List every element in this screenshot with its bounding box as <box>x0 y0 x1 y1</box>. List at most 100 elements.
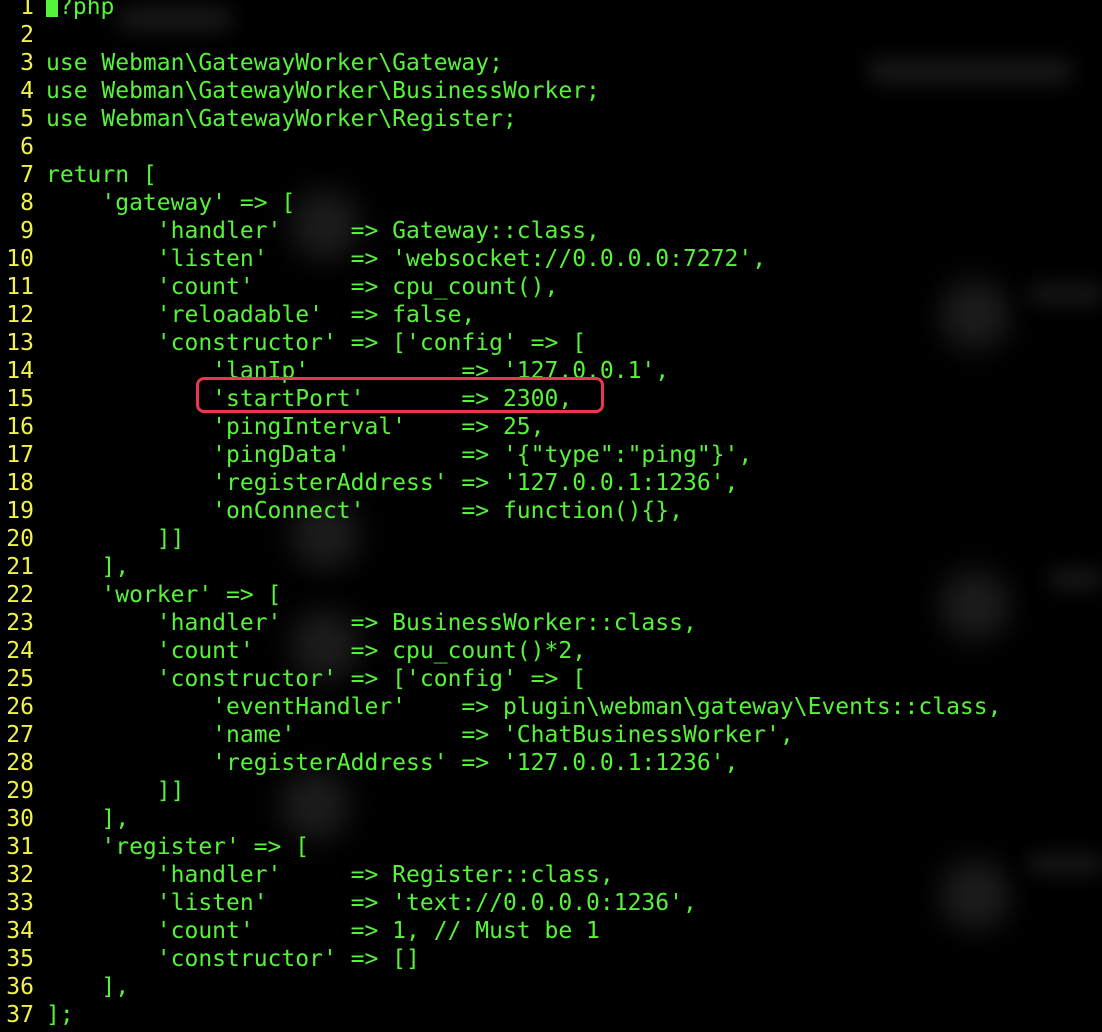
code-line[interactable]: 35 'constructor' => [] <box>0 945 1001 973</box>
code-text: 'startPort' => 2300, <box>46 385 572 413</box>
line-number: 11 <box>6 274 34 300</box>
code-text: ?php <box>46 0 114 21</box>
code-text: ], <box>46 973 129 1001</box>
code-line[interactable]: 26 'eventHandler' => plugin\webman\gatew… <box>0 693 1001 721</box>
code-line[interactable]: 28 'registerAddress' => '127.0.0.1:1236'… <box>0 749 1001 777</box>
code-line[interactable]: 37]; <box>0 1001 1001 1029</box>
code-text: 'count' => cpu_count(), <box>46 273 559 301</box>
code-content: 'constructor' => ['config' => [ <box>46 666 587 692</box>
code-content: ]] <box>46 526 185 552</box>
code-content: 'register' => [ <box>46 834 310 860</box>
code-line[interactable]: 18 'registerAddress' => '127.0.0.1:1236'… <box>0 469 1001 497</box>
code-content: return [ <box>46 162 157 188</box>
line-number: 31 <box>6 834 34 860</box>
code-line[interactable]: 25 'constructor' => ['config' => [ <box>0 665 1001 693</box>
code-line[interactable]: 17 'pingData' => '{"type":"ping"}', <box>0 441 1001 469</box>
code-text: 'register' => [ <box>46 833 309 861</box>
code-line[interactable]: 1 ?php <box>0 0 1001 21</box>
code-line[interactable]: 36 ], <box>0 973 1001 1001</box>
code-line[interactable]: 27 'name' => 'ChatBusinessWorker', <box>0 721 1001 749</box>
code-line[interactable]: 33 'listen' => 'text://0.0.0.0:1236', <box>0 889 1001 917</box>
line-number: 30 <box>6 806 34 832</box>
code-text: ], <box>46 805 129 833</box>
code-text: 'reloadable' => false, <box>46 301 476 329</box>
code-content: 'listen' => 'websocket://0.0.0.0:7272', <box>46 246 767 272</box>
code-content: use Webman\GatewayWorker\BusinessWorker; <box>46 78 600 104</box>
line-number: 2 <box>20 22 34 48</box>
code-content: 'registerAddress' => '127.0.0.1:1236', <box>46 750 739 776</box>
background-blur-bar <box>1030 855 1102 873</box>
line-number: 20 <box>6 526 34 552</box>
code-content: ]; <box>46 1002 74 1028</box>
code-content: ], <box>46 806 130 832</box>
text-cursor <box>46 0 58 17</box>
code-line[interactable]: 15 'startPort' => 2300, <box>0 385 1001 413</box>
line-number: 6 <box>20 134 34 160</box>
code-content: 'registerAddress' => '127.0.0.1:1236', <box>46 470 739 496</box>
code-line[interactable]: 32 'handler' => Register::class, <box>0 861 1001 889</box>
code-content: ], <box>46 974 130 1000</box>
code-line[interactable]: 24 'count' => cpu_count()*2, <box>0 637 1001 665</box>
code-content: 'onConnect' => function(){}, <box>46 498 683 524</box>
code-content: use Webman\GatewayWorker\Register; <box>46 106 517 132</box>
code-line[interactable]: 29 ]] <box>0 777 1001 805</box>
code-line[interactable]: 10 'listen' => 'websocket://0.0.0.0:7272… <box>0 245 1001 273</box>
code-line[interactable]: 12 'reloadable' => false, <box>0 301 1001 329</box>
line-number: 32 <box>6 862 34 888</box>
code-text: 'lanIp' => '127.0.0.1', <box>46 357 669 385</box>
code-text: 'registerAddress' => '127.0.0.1:1236', <box>46 749 738 777</box>
line-number: 26 <box>6 694 34 720</box>
code-content: 'eventHandler' => plugin\webman\gateway\… <box>46 694 1002 720</box>
line-number: 3 <box>20 50 34 76</box>
line-number: 12 <box>6 302 34 328</box>
code-line[interactable]: 21 ], <box>0 553 1001 581</box>
code-text: 'handler' => BusinessWorker::class, <box>46 609 697 637</box>
code-line[interactable]: 4 use Webman\GatewayWorker\BusinessWorker… <box>0 77 1001 105</box>
line-number: 29 <box>6 778 34 804</box>
code-line[interactable]: 6 <box>0 133 1001 161</box>
code-text: 'registerAddress' => '127.0.0.1:1236', <box>46 469 738 497</box>
code-content: 'constructor' => ['config' => [ <box>46 330 587 356</box>
line-number: 22 <box>6 582 34 608</box>
line-number: 35 <box>6 946 34 972</box>
code-line[interactable]: 13 'constructor' => ['config' => [ <box>0 329 1001 357</box>
code-line[interactable]: 14 'lanIp' => '127.0.0.1', <box>0 357 1001 385</box>
code-line[interactable]: 8 'gateway' => [ <box>0 189 1001 217</box>
line-number: 14 <box>6 358 34 384</box>
code-content: 'count' => cpu_count(), <box>46 274 559 300</box>
line-number: 5 <box>20 106 34 132</box>
code-line[interactable]: 23 'handler' => BusinessWorker::class, <box>0 609 1001 637</box>
line-number: 1 <box>20 0 34 20</box>
code-line[interactable]: 16 'pingInterval' => 25, <box>0 413 1001 441</box>
line-number: 27 <box>6 722 34 748</box>
code-line[interactable]: 22 'worker' => [ <box>0 581 1001 609</box>
line-number: 15 <box>6 386 34 412</box>
code-line[interactable]: 31 'register' => [ <box>0 833 1001 861</box>
code-line[interactable]: 11 'count' => cpu_count(), <box>0 273 1001 301</box>
code-line[interactable]: 2 <box>0 21 1001 49</box>
code-line[interactable]: 34 'count' => 1, // Must be 1 <box>0 917 1001 945</box>
line-number: 36 <box>6 974 34 1000</box>
code-content: ?php <box>59 0 115 20</box>
code-text: 'handler' => Gateway::class, <box>46 217 600 245</box>
code-line[interactable]: 20 ]] <box>0 525 1001 553</box>
code-line[interactable]: 9 'handler' => Gateway::class, <box>0 217 1001 245</box>
code-content: use Webman\GatewayWorker\Gateway; <box>46 50 503 76</box>
code-line[interactable]: 19 'onConnect' => function(){}, <box>0 497 1001 525</box>
code-content: ], <box>46 554 130 580</box>
code-text: 'gateway' => [ <box>46 189 295 217</box>
code-line[interactable]: 30 ], <box>0 805 1001 833</box>
code-line[interactable]: 5 use Webman\GatewayWorker\Register; <box>0 105 1001 133</box>
code-line[interactable]: 3 use Webman\GatewayWorker\Gateway; <box>0 49 1001 77</box>
code-text: use Webman\GatewayWorker\BusinessWorker; <box>46 77 600 105</box>
code-text: ]; <box>46 1001 74 1029</box>
code-line[interactable]: 7 return [ <box>0 161 1001 189</box>
background-blur-bar <box>1050 570 1102 588</box>
line-number: 34 <box>6 918 34 944</box>
code-text: ]] <box>46 777 185 805</box>
code-content: 'name' => 'ChatBusinessWorker', <box>46 722 794 748</box>
terminal-editor[interactable]: 1 ?php 2 3 use Webman\GatewayWorker\Gateway;… <box>0 0 1102 1032</box>
line-number: 19 <box>6 498 34 524</box>
code-text: 'listen' => 'websocket://0.0.0.0:7272', <box>46 245 766 273</box>
code-content: 'handler' => Gateway::class, <box>46 218 600 244</box>
